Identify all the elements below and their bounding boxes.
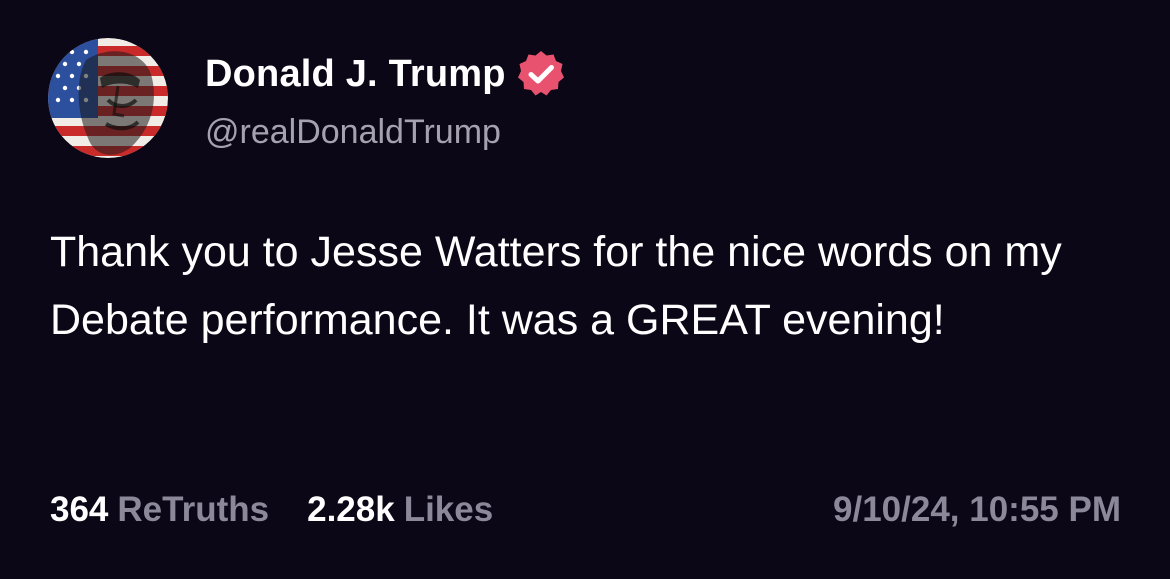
post-stats: 364 ReTruths 2.28k Likes (50, 490, 493, 530)
retruths-label: ReTruths (117, 490, 270, 529)
retruths-stat[interactable]: 364 ReTruths (50, 490, 269, 530)
verified-badge-icon (516, 49, 566, 99)
author-handle[interactable]: @realDonaldTrump (205, 113, 501, 152)
retruths-count: 364 (50, 490, 109, 529)
author-name-row: Donald J. Trump (205, 50, 566, 98)
likes-count: 2.28k (307, 490, 395, 529)
post-card: Donald J. Trump @realDonaldTrump Thank y… (0, 0, 1170, 579)
likes-stat[interactable]: 2.28k Likes (307, 490, 493, 530)
likes-label: Likes (403, 490, 494, 529)
post-text: Thank you to Jesse Watters for the nice … (50, 228, 1062, 344)
avatar-image (48, 38, 168, 158)
avatar[interactable] (48, 38, 168, 158)
post-timestamp[interactable]: 9/10/24, 10:55 PM (833, 490, 1121, 530)
author-display-name[interactable]: Donald J. Trump (205, 53, 506, 96)
